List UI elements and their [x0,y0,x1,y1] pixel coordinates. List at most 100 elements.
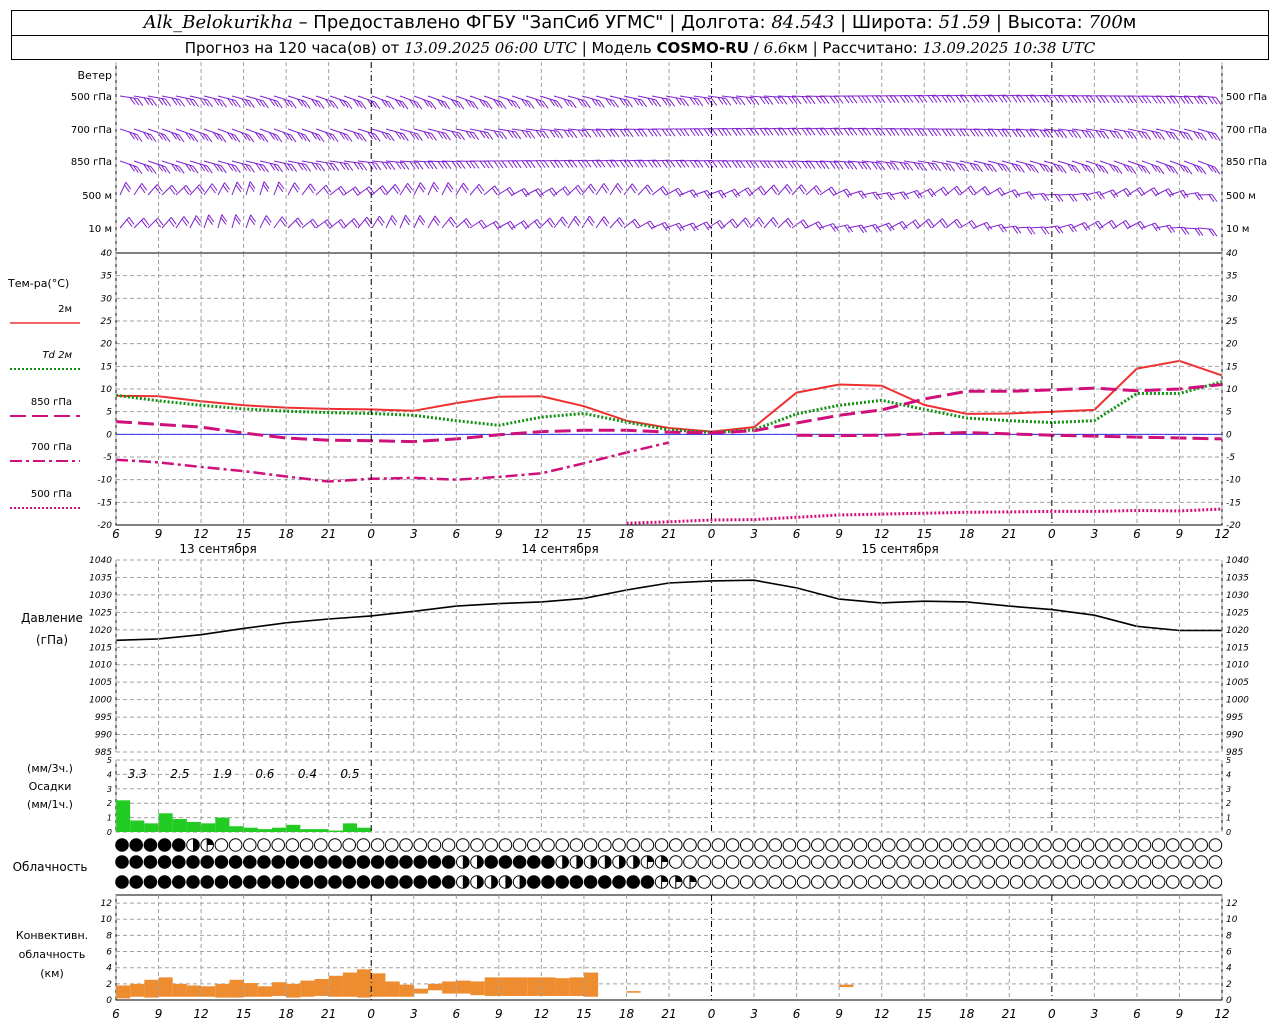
temp-title: Тем-ра(°C) [7,277,69,290]
cloud-symbol [1024,855,1038,869]
cloud-symbol [711,855,726,869]
wind-barb [917,94,942,103]
wind-barb [735,217,751,229]
cloud-symbol [186,875,200,889]
cloud-symbol [399,855,413,869]
cloud-symbol [754,838,768,852]
conv-tick-right: 12 [1226,899,1238,909]
wind-barb [189,215,202,229]
cloud-symbol [370,855,385,869]
wind-barb [539,128,564,139]
wind-barb [777,217,794,229]
cloud-symbol [413,855,428,869]
cloud-symbol [811,855,825,869]
cloud-symbol [129,875,143,889]
hour-label: 21 [661,1007,676,1021]
hour-label: 12 [534,527,549,541]
wind-barb [259,181,270,196]
time-axis-bottom: 6 9 12 15 18 21 0 3 6 9 12 15 18 21 0 3 6 9 12 15 18 21 0 3 6 9 12 [112,1007,1229,1021]
cloud-symbol [115,838,129,852]
cloud-symbol [654,875,669,889]
precip-bar [357,827,372,832]
cloud-symbol [157,838,172,852]
cloud-symbol [328,875,342,889]
cloud-symbol [640,838,655,852]
wind-barb [287,182,300,196]
temp-tick-left: 0 [106,430,112,440]
wind-barb [483,185,500,196]
wind-barb [343,218,360,229]
wind-level-label-left: 10 м [89,224,112,235]
cloud-symbol [740,855,754,869]
wind-barb [539,217,556,229]
cloud-symbol [938,875,953,889]
cloud-symbol [1066,875,1081,889]
date-label: 14 сентября [521,542,598,556]
cloud-symbol [186,855,200,869]
cloud-symbol [683,875,697,889]
cloud-symbol [385,855,399,869]
cloud-symbol [498,875,513,889]
cloud-symbol [427,875,442,889]
wind-barb [133,183,148,196]
cloud-symbol [1208,838,1223,852]
wind-barb [1099,95,1124,104]
pressure-tick-right: 1020 [1226,626,1249,636]
hour-label: 12 [534,1007,549,1021]
conv-bar [498,977,514,996]
wind-barb [609,217,625,229]
wind-barb [441,216,457,229]
temp-tick-left: 5 [106,408,112,418]
wind-barb [917,218,935,229]
cloud-symbol [385,838,399,852]
cloud-symbol [953,838,967,852]
wind-barb [1071,128,1096,139]
temp-tick-left: -5 [103,453,112,463]
hour-label: 12 [1214,527,1229,541]
cloud-symbol [640,855,655,869]
wind-barb [1071,95,1096,104]
cloud-symbol [399,875,413,889]
cloud-symbol [725,855,740,869]
wind-barb [539,159,564,168]
cloud-symbol [172,838,186,852]
cloud-symbol [711,875,726,889]
conv-bar [257,986,272,997]
cloud-symbol [129,855,143,869]
wind-barb [329,185,347,196]
cloud-symbol [555,855,570,869]
wind-barb [147,217,164,229]
cloud-symbol [314,855,328,869]
hour-label: 12 [193,1007,208,1021]
cloud-symbol [1194,855,1208,869]
pressure-title-2: (гПа) [36,633,68,647]
wind-barb [1155,188,1174,198]
cloud-symbol [441,875,456,889]
wind-barb [973,186,991,196]
cloud-symbol [285,838,300,852]
cloud-symbol [612,875,626,889]
conv-bar [130,983,145,997]
wind-barb [1001,189,1021,199]
wind-barb [497,128,522,140]
precip-bar [243,827,258,832]
cloud-symbol [512,855,527,869]
conv-tick-left: 10 [101,915,113,925]
cloud-symbol [527,875,541,889]
precip-bar [130,820,145,832]
cloud-symbol [882,875,896,889]
wind-barb [903,128,928,137]
pressure-tick-left: 1025 [89,608,112,618]
cloud-symbol [1024,875,1038,889]
cloud-symbol [214,838,229,852]
cloud-symbol [796,875,811,889]
cloud-symbol [356,875,371,889]
wind-barb [973,128,998,137]
cloud-symbol [228,875,243,889]
wind-barb [413,214,426,229]
wind-barb [917,128,942,137]
wind-barb [259,215,272,229]
cloud-symbol [143,875,158,889]
cloud-symbol [924,855,939,869]
hour-label: 0 [708,1007,716,1021]
